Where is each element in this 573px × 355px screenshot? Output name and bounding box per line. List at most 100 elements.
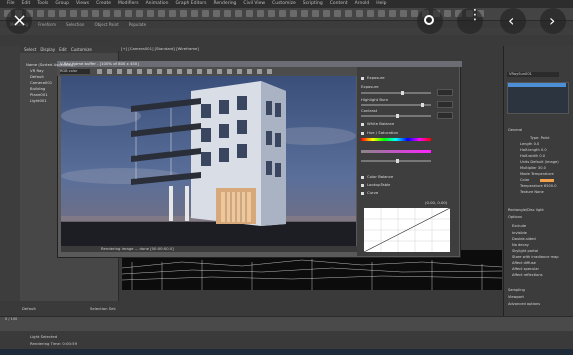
menu-item[interactable]: Arnold <box>355 0 370 8</box>
menu-item[interactable]: Graph Editors <box>176 0 207 8</box>
vfb-tool-button[interactable] <box>177 69 182 74</box>
opt-affect-specular[interactable]: Affect specular <box>512 267 539 271</box>
param-units[interactable]: Units Default (image) <box>520 160 559 164</box>
lightness-slider[interactable] <box>361 159 431 163</box>
param-color[interactable]: Color <box>520 178 554 182</box>
prev-button[interactable]: ‹ <box>500 8 526 34</box>
menu-item[interactable]: Group <box>55 0 69 8</box>
toolbar-button[interactable] <box>125 10 132 17</box>
toolbar-button[interactable] <box>224 10 231 17</box>
rollout-general[interactable]: General <box>508 128 522 132</box>
toolbar-button[interactable] <box>92 10 99 17</box>
menu-item[interactable]: Customize <box>272 0 296 8</box>
exposure-slider[interactable] <box>361 91 431 95</box>
menu-item[interactable]: Views <box>76 0 89 8</box>
hue-strip[interactable] <box>361 138 431 141</box>
vfb-tool-button[interactable] <box>247 69 252 74</box>
vfb-tool-button[interactable] <box>217 69 222 74</box>
menu-item[interactable]: Rendering <box>213 0 236 8</box>
menu-item[interactable]: Content <box>330 0 348 8</box>
opt-affect-diffuse[interactable]: Affect diffuse <box>512 261 536 265</box>
toolbar-button[interactable] <box>180 10 187 17</box>
vfb-tool-button[interactable] <box>97 69 102 74</box>
explorer-menu-item[interactable]: Select <box>24 46 36 53</box>
curve-editor[interactable] <box>364 208 450 252</box>
explorer-item[interactable]: Camera001 <box>30 80 52 85</box>
viewport-label[interactable]: [+] [Camera001] [Standard] [Wireframe] <box>118 46 506 51</box>
close-button[interactable]: × <box>6 8 32 34</box>
toolbar-button[interactable] <box>48 10 55 17</box>
explorer-menu-item[interactable]: Customize <box>71 46 92 53</box>
toolbar-button[interactable] <box>257 10 264 17</box>
param-half-width[interactable]: Half-width 0.0 <box>520 154 545 158</box>
vfb-tool-button[interactable] <box>227 69 232 74</box>
explorer-item[interactable]: VR Ray <box>30 68 44 73</box>
toolbar-button[interactable] <box>202 10 209 17</box>
explorer-item[interactable]: Name (Sorted Ascending) <box>26 62 75 67</box>
cc-curve[interactable]: Curve <box>361 190 378 195</box>
param-half-length[interactable]: Half-length 0.0 <box>520 148 547 152</box>
sat-strip[interactable] <box>361 150 431 153</box>
frame-counter[interactable]: 0 / 100 <box>5 317 17 321</box>
exposure-field[interactable] <box>437 89 453 96</box>
lens-button[interactable] <box>417 8 443 34</box>
cc-white-balance[interactable]: White Balance <box>361 121 394 126</box>
rollout-viewport[interactable]: Viewport <box>508 295 524 299</box>
menu-item[interactable]: Modifiers <box>118 0 139 8</box>
toolbar-button[interactable] <box>312 10 319 17</box>
rollout-advanced[interactable]: Advanced options <box>508 302 540 306</box>
toolbar-button[interactable] <box>323 10 330 17</box>
param-mode[interactable]: Mode Temperature <box>520 172 554 176</box>
explorer-menu-item[interactable]: Display <box>40 46 55 53</box>
vfb-tool-button[interactable] <box>127 69 132 74</box>
cc-exposure-header[interactable]: Exposure <box>361 75 385 80</box>
highlight-field[interactable] <box>437 101 453 108</box>
options-title[interactable]: Options <box>508 215 522 219</box>
explorer-item[interactable]: Building <box>30 86 45 91</box>
toolbar-button[interactable] <box>345 10 352 17</box>
vfb-tool-button[interactable] <box>207 69 212 74</box>
toolbar-button[interactable] <box>301 10 308 17</box>
menu-item[interactable]: Edit <box>22 0 31 8</box>
toolbar-button[interactable] <box>103 10 110 17</box>
highlight-slider[interactable] <box>361 103 431 107</box>
contrast-slider[interactable] <box>361 114 431 118</box>
selection-set[interactable]: Selection Set: <box>90 306 116 311</box>
ribbon-tab[interactable]: Freeform <box>38 21 56 28</box>
opt-skylight[interactable]: Skylight portal <box>512 249 538 253</box>
opt-no-decay[interactable]: No decay <box>512 243 529 247</box>
opt-affect-reflections[interactable]: Affect reflections <box>512 273 543 277</box>
toolbar-button[interactable] <box>334 10 341 17</box>
cc-hue-sat[interactable]: Hue / Saturation <box>361 130 398 135</box>
vfb-tool-button[interactable] <box>147 69 152 74</box>
toolbar-button[interactable] <box>70 10 77 17</box>
vfb-tool-button[interactable] <box>107 69 112 74</box>
cc-lookup[interactable]: LookupTable <box>361 182 390 187</box>
rollout-sampling[interactable]: Sampling <box>508 288 525 292</box>
toolbar-button[interactable] <box>444 10 451 17</box>
opt-store-irradiance[interactable]: Store with irradiance map <box>512 255 559 259</box>
toolbar-button[interactable] <box>367 10 374 17</box>
menu-item[interactable]: Scripting <box>303 0 323 8</box>
param-multiplier[interactable]: Multiplier 30.0 <box>520 166 546 170</box>
ribbon-tab[interactable]: Populate <box>129 21 146 28</box>
param-temperature[interactable]: Temperature 6500.0 <box>520 184 557 188</box>
vfb-tool-button[interactable] <box>137 69 142 74</box>
object-name-field[interactable]: VRaySun001 <box>507 72 559 77</box>
explorer-item[interactable]: Light001 <box>30 98 47 103</box>
menu-item[interactable]: Help <box>376 0 386 8</box>
toolbar-button[interactable] <box>191 10 198 17</box>
toolbar-button[interactable] <box>136 10 143 17</box>
explorer-item[interactable]: Plane001 <box>30 92 48 97</box>
channel-select[interactable]: RGB color <box>60 69 90 74</box>
menu-item[interactable]: Animation <box>146 0 169 8</box>
toolbar-button[interactable] <box>158 10 165 17</box>
toolbar-button[interactable] <box>246 10 253 17</box>
toolbar-button[interactable] <box>235 10 242 17</box>
next-button[interactable]: › <box>540 8 566 34</box>
toolbar-button[interactable] <box>268 10 275 17</box>
toolbar-button[interactable] <box>400 10 407 17</box>
ribbon-tab[interactable]: Object Paint <box>94 21 118 28</box>
param-length[interactable]: Length 0.0 <box>520 142 539 146</box>
menu-item[interactable]: Tools <box>37 0 48 8</box>
